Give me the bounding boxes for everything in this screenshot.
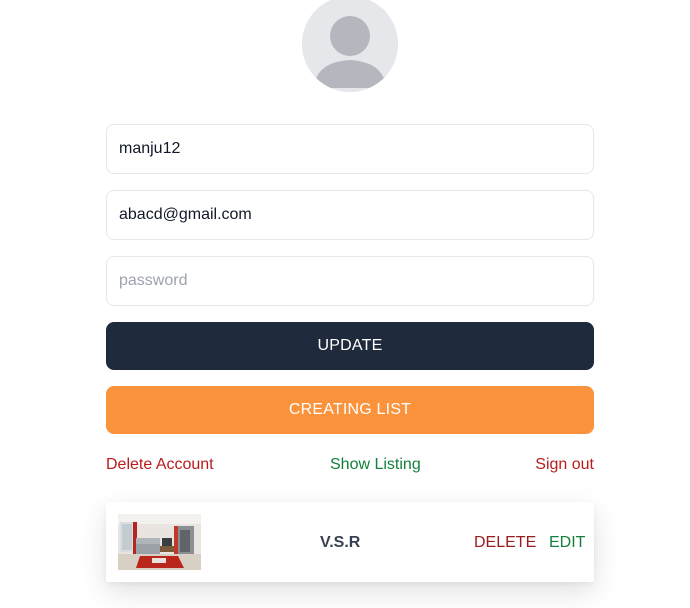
username-field[interactable] bbox=[106, 124, 594, 174]
listing-thumbnail[interactable] bbox=[118, 514, 201, 570]
listing-delete-button[interactable]: DELETE bbox=[474, 534, 536, 552]
listing-name[interactable]: V.S.R bbox=[320, 534, 360, 552]
update-button[interactable]: UPDATE bbox=[106, 322, 594, 370]
sign-out-link[interactable]: Sign out bbox=[535, 456, 594, 474]
email-field[interactable] bbox=[106, 190, 594, 240]
profile-page: UPDATE CREATING LIST Delete Account Show… bbox=[0, 0, 690, 608]
avatar[interactable] bbox=[302, 0, 398, 92]
account-links: Delete Account Show Listing Sign out bbox=[106, 456, 594, 478]
create-listing-button[interactable]: CREATING LIST bbox=[106, 386, 594, 434]
password-field[interactable] bbox=[106, 256, 594, 306]
show-listing-link[interactable]: Show Listing bbox=[330, 456, 421, 474]
delete-account-link[interactable]: Delete Account bbox=[106, 456, 214, 474]
listing-item: V.S.R DELETE EDIT bbox=[106, 502, 594, 582]
user-avatar-icon bbox=[302, 0, 398, 92]
listing-edit-button[interactable]: EDIT bbox=[549, 534, 585, 552]
